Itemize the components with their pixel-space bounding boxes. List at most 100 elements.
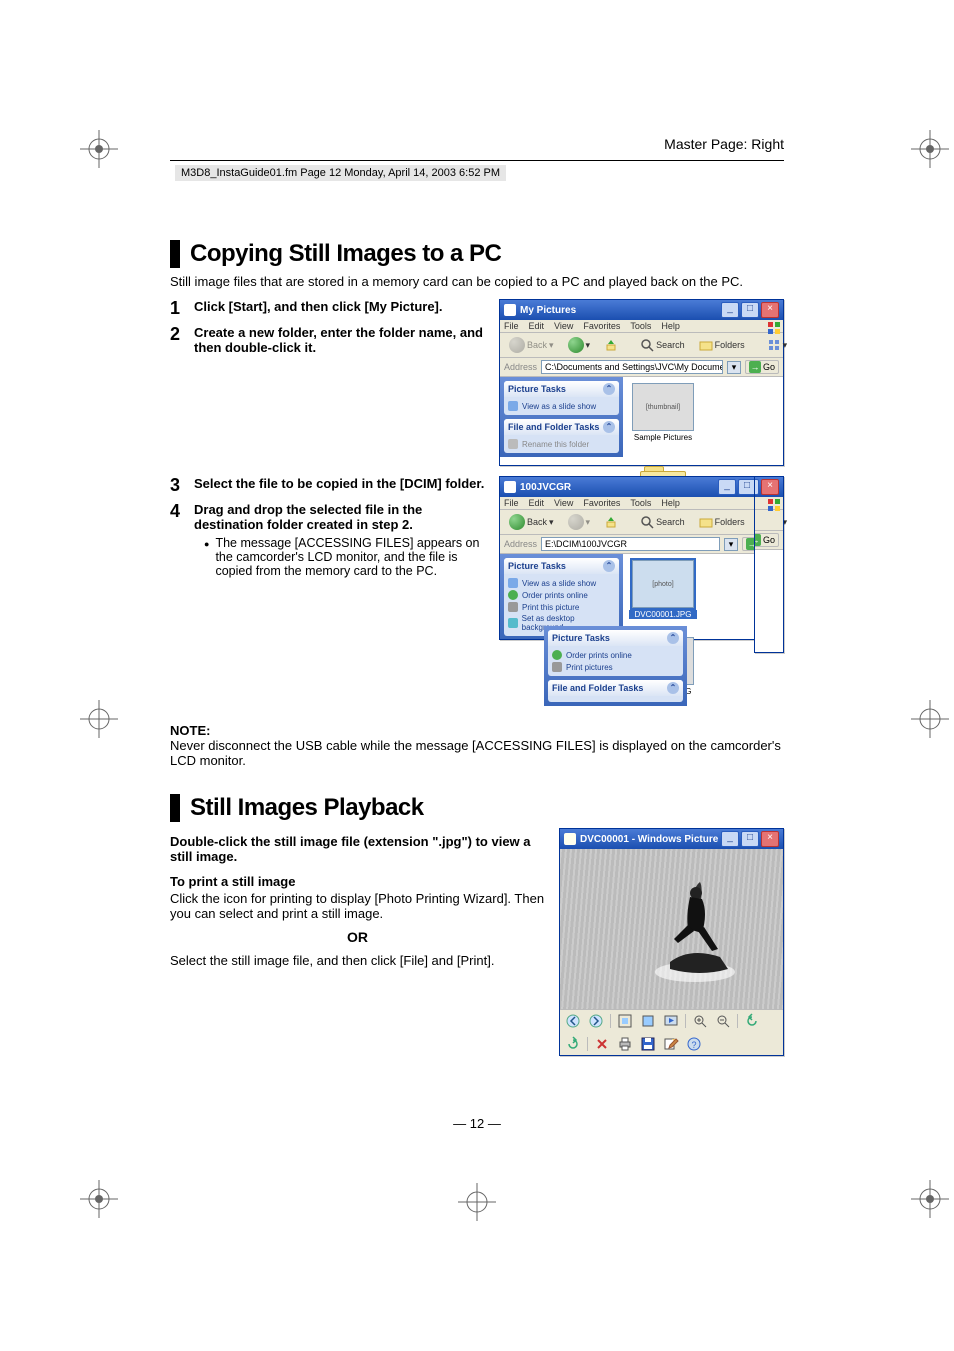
task-order-prints[interactable]: Order prints online bbox=[508, 589, 615, 601]
crop-mark-icon bbox=[80, 700, 118, 738]
windows-logo-icon bbox=[767, 321, 781, 335]
menu-view[interactable]: View bbox=[554, 498, 573, 508]
crop-mark-icon bbox=[80, 1180, 118, 1218]
up-button[interactable] bbox=[599, 513, 623, 531]
close-button[interactable]: × bbox=[761, 831, 779, 847]
section2-lead: Double-click the still image file (exten… bbox=[170, 834, 545, 864]
menu-file[interactable]: File bbox=[504, 498, 519, 508]
edit-icon[interactable] bbox=[662, 1035, 680, 1053]
menu-help[interactable]: Help bbox=[661, 321, 680, 331]
menu-edit[interactable]: Edit bbox=[529, 321, 545, 331]
globe-icon bbox=[552, 650, 562, 660]
chevron-up-icon[interactable]: ⌃ bbox=[667, 632, 679, 644]
menu-file[interactable]: File bbox=[504, 321, 519, 331]
screenshot-destination-tasks: Picture Tasks ⌃ Order prints online Print… bbox=[544, 626, 679, 706]
minimize-button[interactable]: _ bbox=[721, 831, 739, 847]
task-print-picture[interactable]: Print this picture bbox=[508, 601, 615, 613]
menu-favorites[interactable]: Favorites bbox=[583, 498, 620, 508]
printer-icon bbox=[552, 662, 562, 672]
views-button[interactable]: ▾ bbox=[762, 336, 793, 354]
go-button[interactable]: →Go bbox=[754, 533, 779, 547]
slide-show-icon bbox=[508, 578, 518, 588]
section-title-playback: Still Images Playback bbox=[170, 794, 784, 822]
forward-button[interactable]: ▾ bbox=[563, 335, 596, 355]
up-button[interactable] bbox=[599, 336, 623, 354]
slideshow-icon[interactable] bbox=[662, 1012, 680, 1030]
task-slide-show[interactable]: View as a slide show bbox=[508, 577, 615, 589]
or-separator: OR bbox=[170, 929, 545, 945]
menu-view[interactable]: View bbox=[554, 321, 573, 331]
step-text: Click [Start], and then click [My Pictur… bbox=[194, 299, 485, 317]
folders-button[interactable]: Folders bbox=[694, 336, 750, 354]
minimize-button[interactable]: _ bbox=[721, 302, 739, 318]
minimize-button[interactable]: _ bbox=[754, 479, 759, 495]
folder-icon bbox=[504, 304, 516, 316]
crop-mark-icon bbox=[458, 1183, 496, 1221]
next-icon[interactable] bbox=[587, 1012, 605, 1030]
thumbnail-sample-pictures[interactable]: [thumbnail] Sample Pictures bbox=[629, 383, 697, 442]
minimize-button[interactable]: _ bbox=[718, 479, 736, 495]
zoom-out-icon[interactable] bbox=[714, 1012, 732, 1030]
windows-logo-icon bbox=[767, 498, 781, 512]
screenshot-100jvcgr: 100JVCGR _ □ × File Edit View Favorites bbox=[499, 476, 781, 640]
jet-skier-image bbox=[650, 877, 750, 987]
menu-help[interactable]: Help bbox=[661, 498, 680, 508]
address-label: Address bbox=[504, 362, 537, 372]
fit-icon[interactable] bbox=[616, 1012, 634, 1030]
print-icon[interactable] bbox=[616, 1035, 634, 1053]
task-rename-folder[interactable]: Rename this folder bbox=[508, 438, 615, 450]
folders-button[interactable]: Folders bbox=[694, 513, 750, 531]
rotate-cw-icon[interactable] bbox=[564, 1035, 582, 1053]
step-text: Drag and drop the selected file in the d… bbox=[194, 502, 422, 532]
chevron-up-icon[interactable]: ⌃ bbox=[603, 383, 615, 395]
maximize-button[interactable]: □ bbox=[741, 302, 759, 318]
picture-tasks-header[interactable]: Picture Tasks bbox=[508, 561, 566, 571]
chevron-up-icon[interactable]: ⌃ bbox=[603, 421, 615, 433]
maximize-button[interactable]: □ bbox=[741, 831, 759, 847]
search-button[interactable]: Search bbox=[635, 513, 690, 531]
picture-tasks-header[interactable]: Picture Tasks bbox=[508, 384, 566, 394]
picture-tasks-header[interactable]: Picture Tasks bbox=[552, 633, 610, 643]
print-p1: Click the icon for printing to display [… bbox=[170, 891, 545, 921]
task-slide-show[interactable]: View as a slide show bbox=[508, 400, 615, 412]
actual-size-icon[interactable] bbox=[639, 1012, 657, 1030]
page-number: — 12 — bbox=[453, 1116, 501, 1131]
address-field[interactable]: E:\DCIM\100JVCGR bbox=[541, 537, 720, 551]
rotate-ccw-icon[interactable] bbox=[743, 1012, 761, 1030]
task-print-pictures[interactable]: Print pictures bbox=[552, 661, 679, 673]
help-icon[interactable]: ? bbox=[685, 1035, 703, 1053]
address-dropdown[interactable]: ▾ bbox=[724, 538, 738, 551]
delete-icon[interactable] bbox=[593, 1035, 611, 1053]
step-text: Create a new folder, enter the folder na… bbox=[194, 325, 485, 355]
file-folder-tasks-header[interactable]: File and Folder Tasks bbox=[508, 422, 599, 432]
thumbnail-dvc00001[interactable]: [photo] DVC00001.JPG bbox=[629, 560, 697, 619]
save-icon[interactable] bbox=[639, 1035, 657, 1053]
close-button[interactable]: × bbox=[761, 302, 779, 318]
chevron-up-icon[interactable]: ⌃ bbox=[603, 560, 615, 572]
note-body: Never disconnect the USB cable while the… bbox=[170, 738, 784, 768]
task-order-prints[interactable]: Order prints online bbox=[552, 649, 679, 661]
desktop-icon bbox=[508, 618, 518, 628]
menu-tools[interactable]: Tools bbox=[630, 321, 651, 331]
screenshot-destination-edge: _ × →Go bbox=[754, 476, 784, 653]
thumbnail-image: [thumbnail] bbox=[632, 383, 694, 431]
note-heading: NOTE: bbox=[170, 723, 784, 738]
address-field[interactable]: C:\Documents and Settings\JVC\My Documen… bbox=[541, 360, 723, 374]
menu-tools[interactable]: Tools bbox=[630, 498, 651, 508]
step-number: 1 bbox=[170, 299, 194, 317]
search-button[interactable]: Search bbox=[635, 336, 690, 354]
menu-favorites[interactable]: Favorites bbox=[583, 321, 620, 331]
go-button[interactable]: →Go bbox=[745, 360, 779, 374]
chevron-up-icon[interactable]: ⌃ bbox=[667, 682, 679, 694]
print-p2: Select the still image file, and then cl… bbox=[170, 953, 545, 968]
zoom-in-icon[interactable] bbox=[691, 1012, 709, 1030]
back-button[interactable]: Back ▾ bbox=[504, 512, 559, 532]
menu-edit[interactable]: Edit bbox=[529, 498, 545, 508]
prev-icon[interactable] bbox=[564, 1012, 582, 1030]
forward-button[interactable]: ▾ bbox=[563, 512, 596, 532]
crop-mark-icon bbox=[80, 130, 118, 168]
back-button[interactable]: Back ▾ bbox=[504, 335, 559, 355]
address-dropdown[interactable]: ▾ bbox=[727, 361, 741, 374]
file-folder-tasks-header[interactable]: File and Folder Tasks bbox=[552, 683, 643, 693]
close-button[interactable]: × bbox=[761, 479, 779, 495]
